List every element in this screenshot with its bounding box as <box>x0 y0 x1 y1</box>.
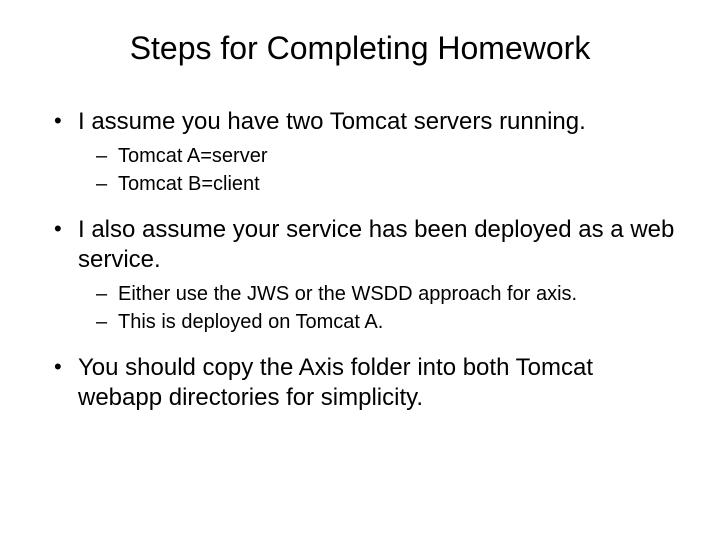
bullet-text: I also assume your service has been depl… <box>78 216 674 273</box>
bullet-text: I assume you have two Tomcat servers run… <box>78 108 586 135</box>
sub-bullet-list: Either use the JWS or the WSDD approach … <box>96 281 680 335</box>
sub-bullet-item: This is deployed on Tomcat A. <box>96 309 680 335</box>
bullet-list: I assume you have two Tomcat servers run… <box>50 107 680 413</box>
sub-bullet-item: Either use the JWS or the WSDD approach … <box>96 281 680 307</box>
sub-bullet-item: Tomcat A=server <box>96 143 680 169</box>
slide: Steps for Completing Homework I assume y… <box>0 0 720 540</box>
slide-title: Steps for Completing Homework <box>40 30 680 67</box>
bullet-text: You should copy the Axis folder into bot… <box>78 354 593 411</box>
bullet-item: I also assume your service has been depl… <box>50 215 680 335</box>
bullet-item: I assume you have two Tomcat servers run… <box>50 107 680 197</box>
sub-bullet-item: Tomcat B=client <box>96 171 680 197</box>
bullet-item: You should copy the Axis folder into bot… <box>50 353 680 413</box>
sub-bullet-list: Tomcat A=server Tomcat B=client <box>96 143 680 197</box>
